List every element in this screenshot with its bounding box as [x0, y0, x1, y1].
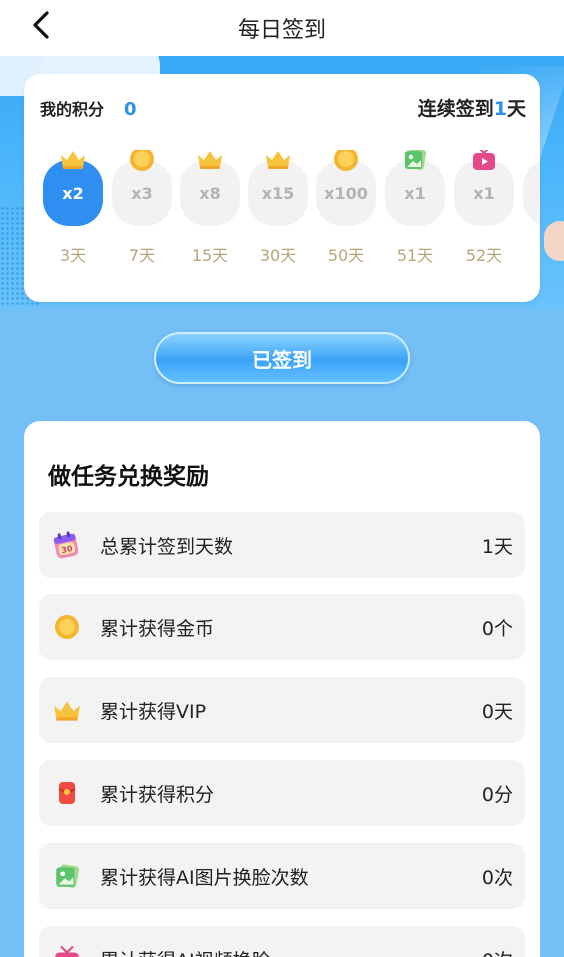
- task-value: 1天: [481, 535, 513, 558]
- signed-button[interactable]: 已签到: [154, 332, 410, 384]
- task-value: 0次: [482, 946, 513, 957]
- picture-icon: [50, 859, 84, 893]
- back-button[interactable]: [26, 10, 56, 40]
- reward-item[interactable]: x2 3天: [43, 150, 103, 300]
- reward-day: 7天: [128, 246, 156, 265]
- task-value: 0天: [481, 700, 513, 723]
- task-label: 累计获得AI图片换脸次数: [100, 866, 309, 889]
- tasks-card: 做任务兑换奖励 30 总累计签到天数 1天 累计获得金币 0个 累计获得VIP …: [24, 421, 540, 957]
- crown-icon: [194, 150, 226, 172]
- reward-day: 51天: [396, 246, 434, 265]
- crown-icon: [262, 150, 294, 172]
- task-row[interactable]: 累计获得金币 0个: [39, 594, 525, 660]
- tasks-title: 做任务兑换奖励: [48, 464, 209, 490]
- picture-icon: [399, 150, 431, 172]
- reward-item[interactable]: x100 50天: [316, 150, 376, 300]
- reward-strip[interactable]: x2 3天 x3 7天 x8 15天 x15 30天 x100 50天 x1 5…: [43, 150, 540, 300]
- reward-item[interactable]: x1 52天: [454, 150, 514, 300]
- task-label: 累计获得AI视频换脸: [100, 946, 482, 957]
- red-packet-icon: [50, 776, 84, 810]
- task-row[interactable]: 累计获得积分 0分: [39, 760, 525, 826]
- reward-day: 15天: [191, 246, 229, 265]
- task-row[interactable]: 累计获得AI视频换脸 0次: [39, 926, 525, 957]
- coin-icon: [330, 150, 362, 172]
- crown-icon: [57, 150, 89, 172]
- points-label: 我的积分: [40, 100, 105, 119]
- coin-icon: [50, 610, 84, 644]
- task-label: 累计获得VIP: [100, 700, 207, 723]
- page-title: 每日签到: [237, 18, 326, 43]
- task-value: 0个: [481, 617, 513, 640]
- task-row[interactable]: 累计获得VIP 0天: [39, 677, 525, 743]
- reward-item[interactable]: x15 30天: [248, 150, 308, 300]
- reward-day: 3天: [59, 246, 87, 265]
- points-value: 0: [124, 99, 137, 120]
- task-value: 0次: [481, 866, 513, 889]
- task-label: 总累计签到天数: [100, 535, 234, 558]
- reward-item[interactable]: [523, 150, 540, 300]
- reward-item[interactable]: x1 51天: [385, 150, 445, 300]
- streak-days: 1: [493, 98, 507, 120]
- calendar-icon: 30: [50, 528, 84, 562]
- chevron-left-icon: [33, 11, 49, 39]
- top-bar: 每日签到: [0, 0, 564, 56]
- tv-icon: [50, 942, 84, 957]
- reward-day: 50天: [327, 246, 365, 265]
- task-label: 累计获得积分: [100, 783, 215, 806]
- reward-day: 30天: [259, 246, 297, 265]
- reward-item[interactable]: x3 7天: [112, 150, 172, 300]
- reward-day: 52天: [465, 246, 503, 265]
- task-row[interactable]: 30 总累计签到天数 1天: [39, 512, 525, 578]
- streak-text: 连续签到1天: [417, 98, 526, 120]
- crown-icon: [50, 693, 84, 727]
- task-value: 0分: [481, 783, 513, 806]
- task-label: 累计获得金币: [100, 617, 215, 640]
- tv-icon: [468, 150, 500, 172]
- points-card: 我的积分 0 连续签到1天 x2 3天 x3 7天 x8 15天 x15 30天…: [24, 74, 540, 302]
- task-row[interactable]: 累计获得AI图片换脸次数 0次: [39, 843, 525, 909]
- coin-icon: [126, 150, 158, 172]
- reward-item[interactable]: x8 15天: [180, 150, 240, 300]
